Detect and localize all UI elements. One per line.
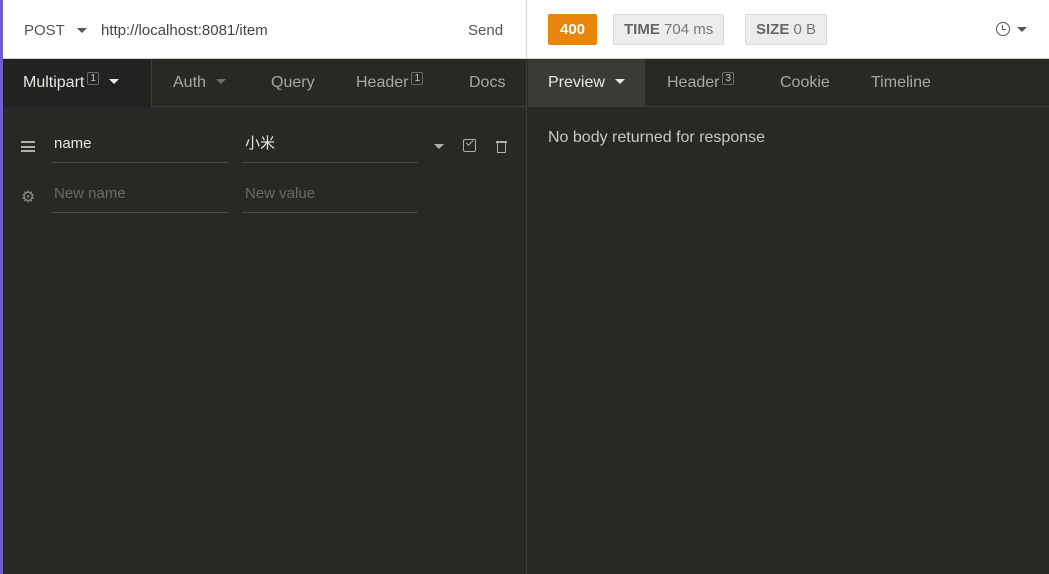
tab-auth-label: Auth — [173, 74, 206, 91]
tab-response-header-label: Header — [667, 74, 720, 91]
gear-icon: ⚙ — [21, 189, 36, 206]
tab-response-header-count: 3 — [722, 72, 735, 85]
chevron-down-icon[interactable] — [614, 79, 625, 84]
tab-query[interactable]: Query — [271, 59, 315, 107]
tab-preview-label: Preview — [548, 74, 605, 91]
tab-header-count: 1 — [411, 72, 424, 85]
tab-preview[interactable]: Preview — [528, 59, 645, 107]
response-body-message: No body returned for response — [548, 129, 766, 146]
url-input[interactable]: http://localhost:8081/item — [101, 22, 268, 39]
status-badge: 400 — [548, 14, 597, 45]
tab-multipart[interactable]: Multipart 1 — [3, 59, 152, 107]
time-value: 704 ms — [664, 21, 714, 38]
chevron-down-icon[interactable] — [108, 79, 119, 84]
chevron-down-icon[interactable] — [434, 144, 444, 149]
tab-header-label: Header — [356, 74, 409, 91]
tab-multipart-label: Multipart — [23, 74, 85, 91]
size-label: SIZE — [756, 21, 790, 38]
tab-cookie[interactable]: Cookie — [780, 59, 830, 107]
top-bar: POST http://localhost:8081/item Send 400… — [0, 0, 1049, 59]
size-badge: SIZE 0 B — [745, 14, 828, 45]
time-label: TIME — [624, 21, 660, 38]
tab-query-label: Query — [271, 74, 315, 91]
new-name-input[interactable]: New name — [51, 177, 229, 213]
request-tabs: Multipart 1 Auth Query Header 1 Docs — [3, 59, 526, 107]
time-badge: TIME 704 ms — [613, 14, 725, 45]
tab-timeline-label: Timeline — [871, 74, 931, 91]
chevron-down-icon[interactable] — [1017, 27, 1027, 32]
clock-icon[interactable] — [996, 22, 1010, 36]
method-select[interactable]: POST — [24, 22, 65, 39]
param-name-field[interactable]: name — [51, 127, 229, 163]
param-value-field[interactable]: 小米 — [242, 127, 418, 163]
tab-multipart-count: 1 — [87, 72, 99, 85]
param-row: name 小米 — [3, 127, 527, 167]
tab-response-header[interactable]: Header 3 — [667, 59, 735, 107]
tab-auth[interactable]: Auth — [173, 59, 226, 107]
new-value-input[interactable]: New value — [242, 177, 418, 213]
new-param-row: ⚙ New name New value — [3, 177, 527, 217]
checkbox-checked-icon[interactable] — [463, 139, 476, 152]
tab-header[interactable]: Header 1 — [356, 59, 424, 107]
response-pane: Preview Header 3 Cookie Timeline No body … — [528, 59, 1049, 574]
send-button[interactable]: Send — [468, 22, 503, 39]
tab-docs[interactable]: Docs — [469, 59, 505, 107]
request-url-bar: POST http://localhost:8081/item Send — [3, 0, 527, 59]
request-pane: Multipart 1 Auth Query Header 1 Docs name … — [3, 59, 527, 574]
tab-cookie-label: Cookie — [780, 74, 830, 91]
size-value: 0 B — [793, 21, 817, 38]
tab-docs-label: Docs — [469, 74, 506, 91]
trash-icon[interactable] — [496, 140, 507, 153]
tab-timeline[interactable]: Timeline — [871, 59, 931, 107]
response-tabs: Preview Header 3 Cookie Timeline — [528, 59, 1049, 107]
chevron-down-icon[interactable] — [77, 28, 87, 33]
drag-handle-icon[interactable] — [21, 141, 35, 152]
window-accent-bar — [0, 0, 3, 574]
chevron-down-icon[interactable] — [215, 79, 226, 84]
